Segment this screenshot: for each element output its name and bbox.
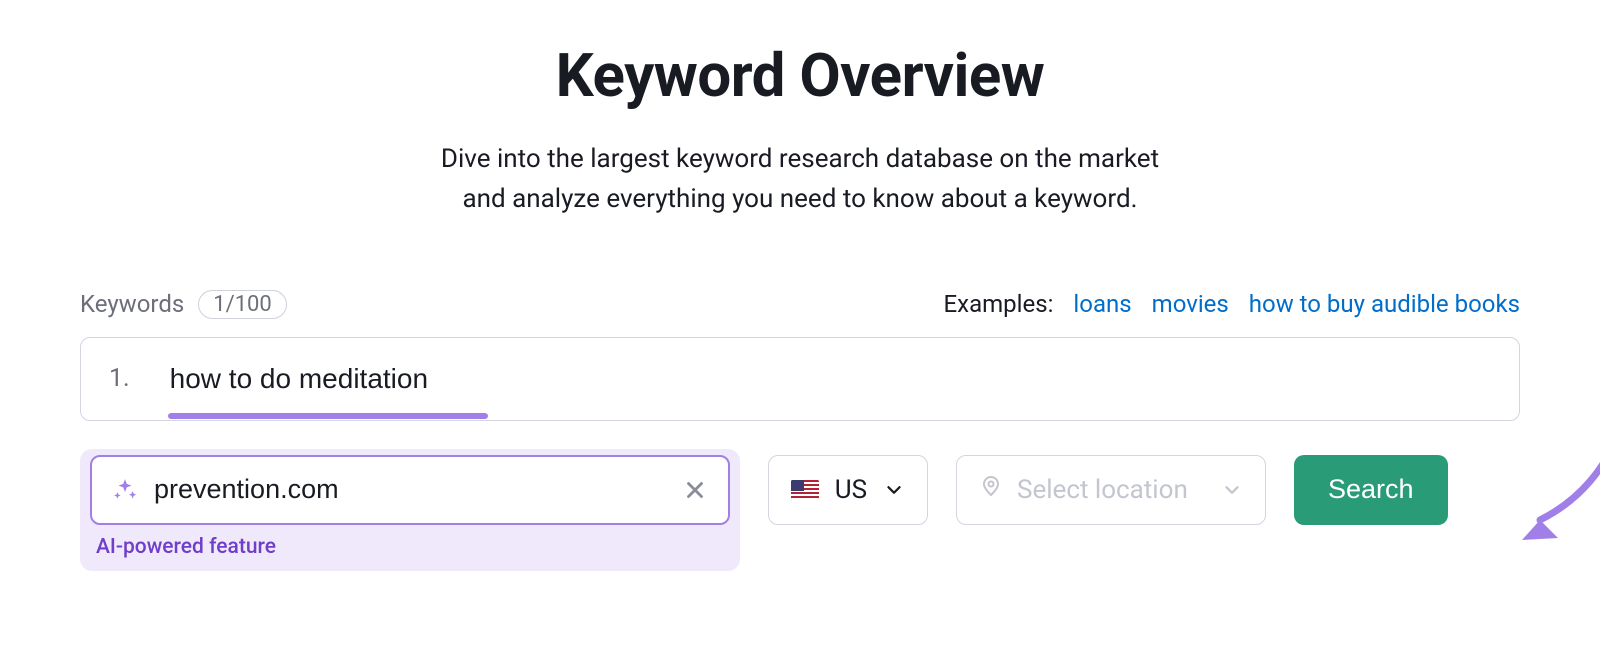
subtitle-line-2: and analyze everything you need to know …: [463, 184, 1138, 214]
domain-input-wrapper[interactable]: [90, 455, 730, 525]
example-link-audible[interactable]: how to buy audible books: [1249, 290, 1520, 318]
annotation-arrow: [1510, 300, 1600, 550]
domain-input[interactable]: [154, 474, 666, 505]
keywords-label: Keywords: [80, 290, 184, 318]
keyword-text-wrap: [170, 363, 1491, 395]
controls-row: AI-powered feature US Select location: [80, 449, 1520, 571]
chevron-down-icon: [883, 479, 905, 501]
clear-domain-button[interactable]: [682, 477, 708, 503]
search-button[interactable]: Search: [1294, 455, 1448, 525]
example-link-movies[interactable]: movies: [1152, 290, 1229, 318]
highlight-underline: [168, 413, 488, 419]
chevron-down-icon: [1221, 479, 1243, 501]
examples-group: Examples: loans movies how to buy audibl…: [944, 290, 1520, 318]
us-flag-icon: [791, 480, 819, 500]
ai-domain-block: AI-powered feature: [80, 449, 740, 571]
page-title: Keyword Overview: [80, 40, 1520, 111]
location-placeholder: Select location: [1017, 475, 1188, 505]
example-link-loans[interactable]: loans: [1073, 290, 1131, 318]
examples-label: Examples:: [944, 290, 1054, 318]
country-select[interactable]: US: [768, 455, 928, 525]
keywords-count-pill: 1/100: [198, 290, 287, 319]
location-select[interactable]: Select location: [956, 455, 1266, 525]
keyword-overview-panel: Keyword Overview Dive into the largest k…: [80, 0, 1520, 571]
keyword-input-box[interactable]: 1.: [80, 337, 1520, 421]
keyword-input[interactable]: [170, 363, 1491, 395]
country-label: US: [835, 475, 867, 505]
ai-feature-caption: AI-powered feature: [90, 525, 730, 561]
location-pin-icon: [979, 474, 1003, 505]
page-subtitle: Dive into the largest keyword research d…: [80, 139, 1520, 220]
sparkle-icon: [112, 477, 138, 503]
keywords-header-row: Keywords 1/100 Examples: loans movies ho…: [80, 290, 1520, 319]
keywords-label-group: Keywords 1/100: [80, 290, 287, 319]
keyword-row-number: 1.: [109, 364, 130, 393]
subtitle-line-1: Dive into the largest keyword research d…: [441, 144, 1159, 174]
